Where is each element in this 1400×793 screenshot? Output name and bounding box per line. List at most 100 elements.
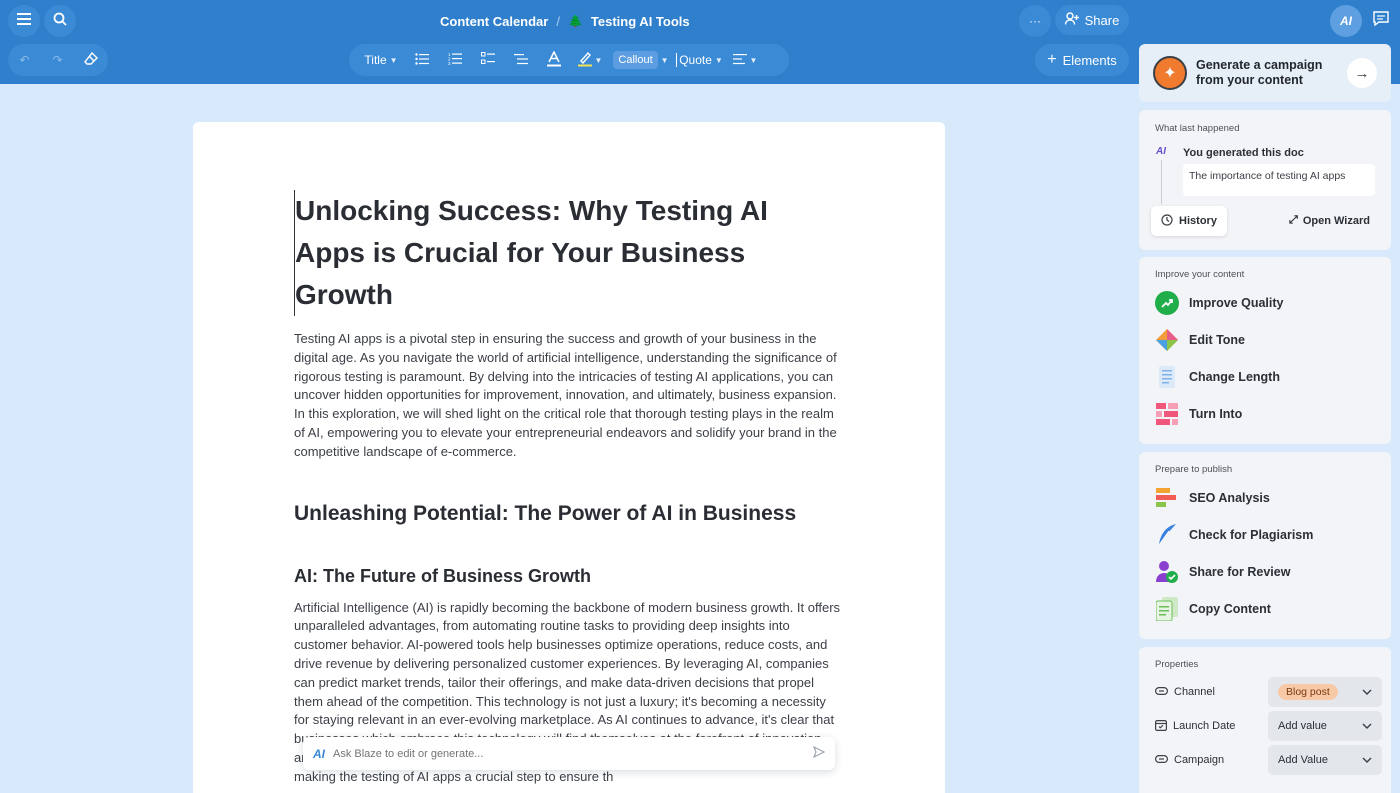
text-style-label: Title bbox=[364, 53, 387, 67]
plus-icon: + bbox=[1047, 51, 1057, 68]
user-check-icon bbox=[1155, 560, 1179, 584]
chevron-down-icon bbox=[1362, 754, 1372, 766]
copy-content-button[interactable]: Copy Content bbox=[1155, 597, 1271, 621]
check-plagiarism-button[interactable]: Check for Plagiarism bbox=[1155, 523, 1313, 547]
ask-blaze-input[interactable] bbox=[333, 747, 805, 760]
channel-value-badge: Blog post bbox=[1278, 684, 1338, 700]
section-title: Properties bbox=[1155, 659, 1199, 670]
align-left-icon bbox=[732, 53, 747, 68]
more-button[interactable]: ··· bbox=[1019, 5, 1051, 37]
launch-date-select[interactable]: Add value bbox=[1268, 711, 1382, 741]
redo-button[interactable]: ↷ bbox=[41, 44, 74, 76]
improve-quality-button[interactable]: Improve Quality bbox=[1155, 291, 1283, 315]
indent-icon bbox=[513, 53, 528, 68]
document-page[interactable]: Unlocking Success: Why Testing AI Apps i… bbox=[193, 122, 945, 793]
clear-format-button[interactable] bbox=[74, 44, 107, 76]
edit-tone-label: Edit Tone bbox=[1189, 333, 1246, 347]
ai-logo-icon: AI bbox=[1340, 14, 1352, 28]
chevron-down-icon: ▼ bbox=[714, 55, 723, 65]
document-content[interactable]: Unlocking Success: Why Testing AI Apps i… bbox=[294, 190, 842, 787]
elements-label: Elements bbox=[1062, 52, 1117, 68]
history-button[interactable]: History bbox=[1151, 206, 1227, 236]
generate-campaign-card[interactable]: ✦ Generate a campaign from your content … bbox=[1139, 44, 1391, 102]
property-label: Campaign bbox=[1155, 754, 1268, 766]
open-wizard-button[interactable]: ⤢ Open Wizard bbox=[1289, 214, 1370, 227]
document-length-icon bbox=[1155, 365, 1179, 389]
share-button[interactable]: Share bbox=[1055, 5, 1129, 35]
link-icon bbox=[1155, 754, 1169, 766]
subsection-heading[interactable]: AI: The Future of Business Growth bbox=[294, 566, 842, 587]
event-text: You generated this doc bbox=[1183, 147, 1304, 159]
breadcrumb-current[interactable]: Testing AI Tools bbox=[591, 14, 690, 29]
text-color-icon bbox=[546, 49, 561, 70]
what-last-happened-panel: What last happened AI You generated this… bbox=[1139, 110, 1391, 250]
grid-icon bbox=[1155, 402, 1179, 426]
share-label: Share bbox=[1084, 12, 1120, 28]
elements-button[interactable]: + Elements bbox=[1035, 44, 1129, 76]
copy-content-label: Copy Content bbox=[1189, 602, 1271, 616]
indent-list-button[interactable] bbox=[504, 44, 537, 76]
menu-button[interactable] bbox=[8, 5, 40, 37]
history-label: History bbox=[1179, 215, 1217, 227]
bars-icon bbox=[1155, 486, 1179, 510]
share-review-button[interactable]: Share for Review bbox=[1155, 560, 1290, 584]
breadcrumb-parent[interactable]: Content Calendar bbox=[440, 14, 548, 29]
bullet-list-button[interactable] bbox=[405, 44, 438, 76]
launch-date-label: Launch Date bbox=[1173, 720, 1236, 732]
callout-dropdown[interactable]: Callout ▼ bbox=[610, 44, 672, 76]
chevron-down-icon: ▼ bbox=[660, 55, 669, 65]
checklist-icon bbox=[480, 52, 495, 68]
numbered-list-button[interactable]: 123 bbox=[438, 44, 471, 76]
campaign-icon: ✦ bbox=[1153, 56, 1187, 90]
property-channel: Channel Blog post bbox=[1155, 677, 1383, 707]
undo-button[interactable]: ↶ bbox=[8, 44, 41, 76]
ask-blaze-bar[interactable]: AI bbox=[303, 737, 835, 770]
campaign-value: Add Value bbox=[1278, 754, 1328, 766]
open-wizard-label: Open Wizard bbox=[1302, 214, 1370, 227]
campaign-select[interactable]: Add Value bbox=[1268, 745, 1382, 775]
seo-analysis-button[interactable]: SEO Analysis bbox=[1155, 486, 1270, 510]
chevron-down-icon: ▼ bbox=[389, 55, 398, 65]
link-icon bbox=[1155, 686, 1169, 698]
property-label: Launch Date bbox=[1155, 719, 1268, 734]
expand-icon: ⤢ bbox=[1289, 214, 1298, 226]
generated-snippet[interactable]: The importance of testing AI apps bbox=[1183, 164, 1375, 196]
text-style-dropdown[interactable]: Title ▼ bbox=[357, 44, 405, 76]
property-campaign: Campaign Add Value bbox=[1155, 745, 1383, 775]
campaign-text: Generate a campaign from your content bbox=[1196, 58, 1323, 87]
arrow-right-icon[interactable]: → bbox=[1347, 58, 1377, 88]
comments-button[interactable] bbox=[1365, 5, 1397, 37]
highlighter-icon bbox=[577, 51, 592, 70]
turn-into-label: Turn Into bbox=[1189, 407, 1243, 421]
highlight-button[interactable]: ▼ bbox=[570, 44, 610, 76]
more-icon: ··· bbox=[1029, 14, 1041, 28]
share-review-label: Share for Review bbox=[1189, 565, 1291, 579]
numbered-list-icon: 123 bbox=[448, 52, 462, 68]
send-icon[interactable] bbox=[812, 745, 826, 763]
document-title[interactable]: Unlocking Success: Why Testing AI Apps i… bbox=[294, 190, 842, 316]
channel-select[interactable]: Blog post bbox=[1268, 677, 1382, 707]
change-length-button[interactable]: Change Length bbox=[1155, 365, 1280, 389]
trend-up-icon bbox=[1155, 291, 1179, 315]
breadcrumb: Content Calendar / 🌲 Testing AI Tools bbox=[440, 12, 690, 30]
align-dropdown[interactable]: ▼ bbox=[727, 44, 763, 76]
ai-assistant-button[interactable]: AI bbox=[1330, 5, 1362, 37]
chat-icon bbox=[1373, 11, 1389, 31]
property-launch-date: Launch Date Add value bbox=[1155, 711, 1383, 741]
quote-dropdown[interactable]: Quote ▼ bbox=[672, 44, 727, 76]
chevron-down-icon: ▼ bbox=[594, 55, 603, 65]
copy-icon bbox=[1155, 597, 1179, 621]
intro-paragraph[interactable]: Testing AI apps is a pivotal step in ens… bbox=[294, 330, 842, 462]
checklist-button[interactable] bbox=[471, 44, 504, 76]
format-toolbar: Title ▼ 123 ▼ Callout ▼ Quote ▼ ▼ bbox=[349, 44, 789, 76]
section-heading[interactable]: Unleashing Potential: The Power of AI in… bbox=[294, 502, 842, 526]
history-toolbar: ↶ ↷ bbox=[8, 44, 108, 76]
search-button[interactable] bbox=[44, 5, 76, 37]
edit-tone-button[interactable]: Edit Tone bbox=[1155, 328, 1245, 352]
search-icon bbox=[53, 12, 67, 31]
hamburger-icon bbox=[17, 12, 31, 30]
prepare-publish-panel: Prepare to publish SEO Analysis Check fo… bbox=[1139, 452, 1391, 639]
turn-into-button[interactable]: Turn Into bbox=[1155, 402, 1242, 426]
improve-quality-label: Improve Quality bbox=[1189, 296, 1284, 310]
text-color-button[interactable] bbox=[537, 44, 570, 76]
